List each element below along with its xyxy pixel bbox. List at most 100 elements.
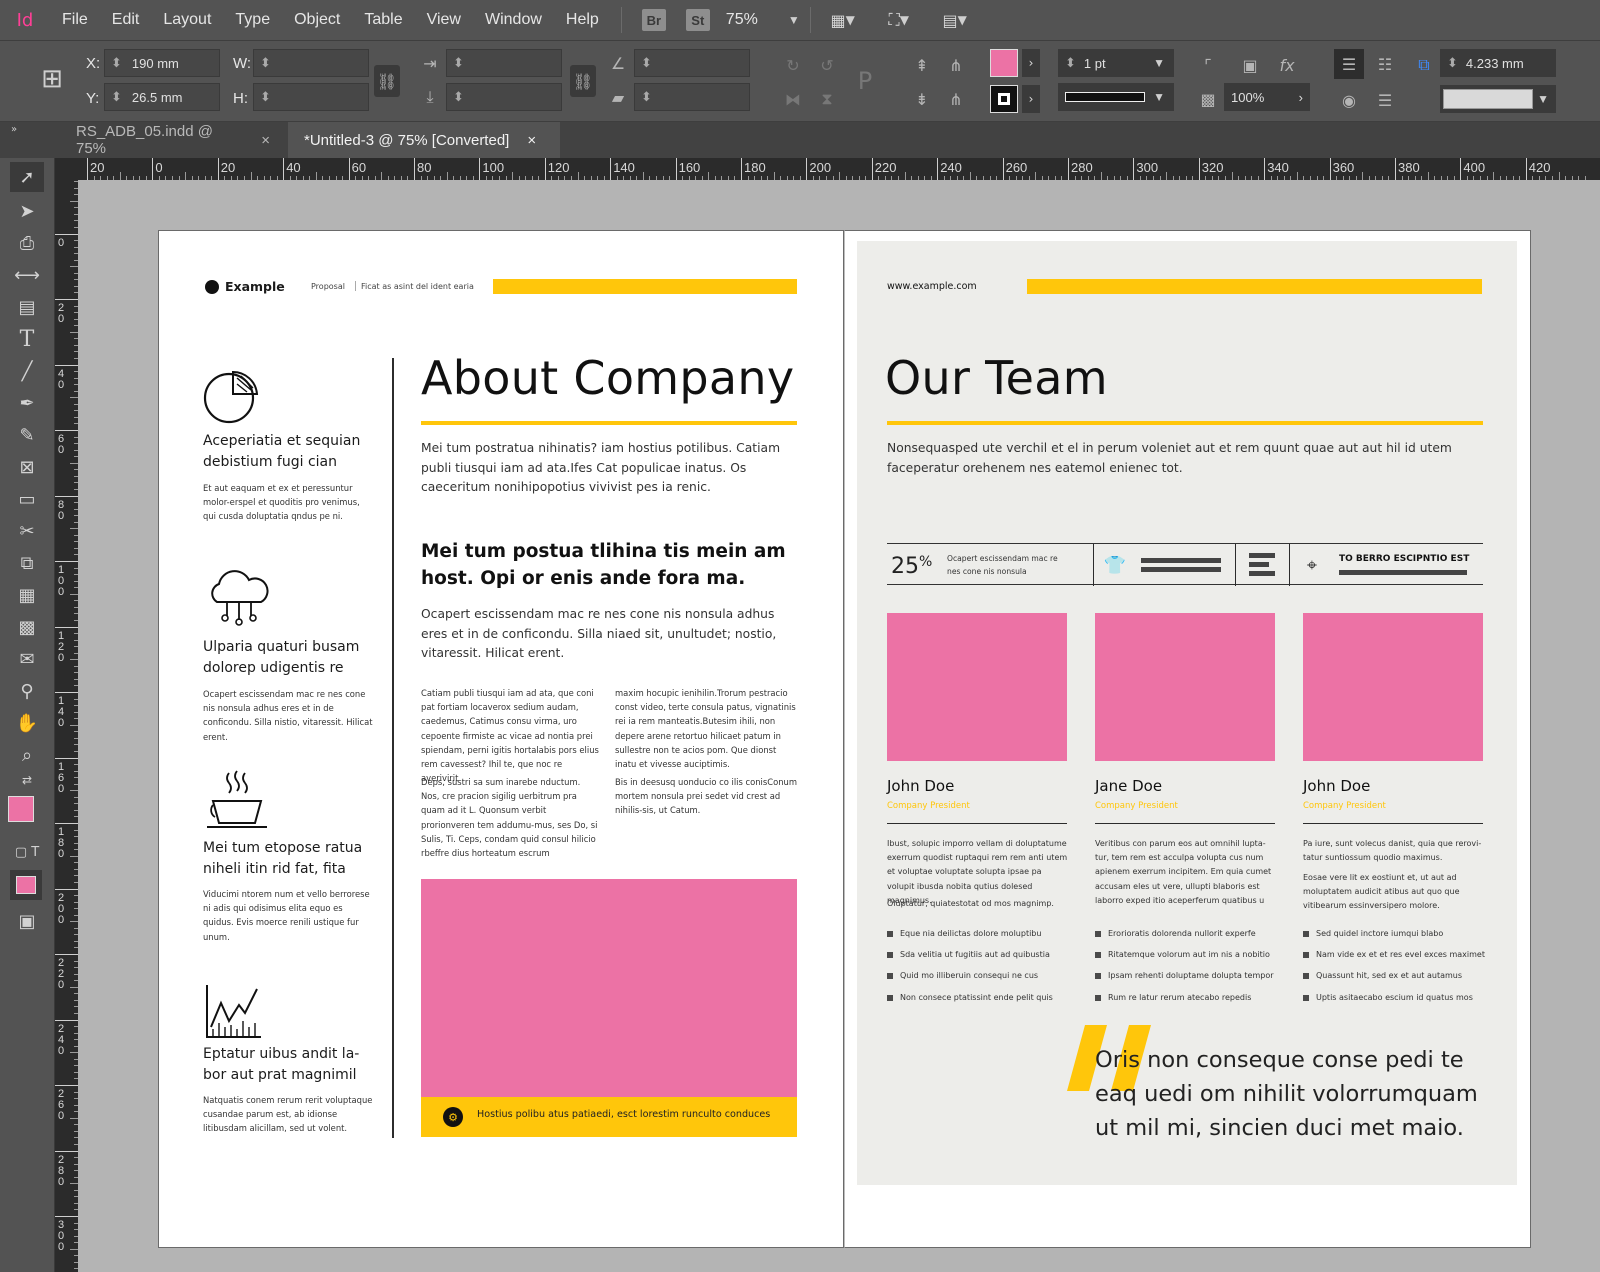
rotation-field[interactable]: ⬍: [634, 49, 750, 77]
menu-window[interactable]: Window: [473, 0, 554, 40]
page-tool-icon[interactable]: ⎙: [10, 228, 44, 258]
free-transform-tool-icon[interactable]: ⧉: [10, 548, 44, 578]
opacity-field[interactable]: 100% ›: [1224, 83, 1310, 111]
gradient-feather-tool-icon[interactable]: ▩: [10, 612, 44, 642]
control-panel: ⊞ X: Y: ⬍ 190 mm ⬍ 26.5 mm W: H: ⬍ ⬍ ⛓ ⇥ ⤓…: [0, 40, 1600, 122]
stroke-dropdown-icon[interactable]: ›: [1022, 85, 1040, 113]
zoom-select[interactable]: 75% ▼: [726, 11, 800, 29]
ruler-label: 260: [1005, 160, 1028, 175]
rotate-cw-icon[interactable]: ↻: [778, 51, 808, 79]
scale-y-field[interactable]: ⬍: [446, 83, 562, 111]
right-page[interactable]: www.example.com Our Team Nonsequasped ut…: [844, 230, 1531, 1248]
fill-dropdown-icon[interactable]: ›: [1022, 49, 1040, 77]
x-field[interactable]: ⬍ 190 mm: [104, 49, 220, 77]
member-photo-placeholder[interactable]: [1095, 613, 1275, 761]
zoom-value: 75%: [725, 11, 758, 28]
ruler-minor-tick: [969, 172, 971, 180]
wrap-bounding-icon[interactable]: ☷: [1370, 49, 1400, 79]
menu-help[interactable]: Help: [554, 0, 611, 40]
select-container-icon[interactable]: ⇞: [908, 51, 936, 79]
select-previous-icon[interactable]: ⋔: [942, 51, 970, 79]
shear-field[interactable]: ⬍: [634, 83, 750, 111]
tab-rs-adb-05[interactable]: RS_ADB_05.indd @ 75% ×: [60, 122, 286, 158]
pasteboard[interactable]: Example Proposal Ficat as asint del iden…: [78, 180, 1600, 1272]
type-tool-icon[interactable]: T: [10, 324, 44, 354]
rectangle-frame-tool-icon[interactable]: ⊠: [10, 452, 44, 482]
rotate-ccw-icon[interactable]: ↺: [812, 51, 842, 79]
body-column-2b: Bis in deesusq uonducio co ilis conisCon…: [615, 777, 797, 816]
swap-fill-stroke-icon[interactable]: ⇄: [10, 770, 44, 790]
ruler-origin[interactable]: [55, 158, 78, 180]
w-field[interactable]: ⬍: [253, 49, 369, 77]
close-icon[interactable]: ×: [527, 132, 536, 149]
select-next-icon[interactable]: ⋔: [942, 85, 970, 113]
caption-text: Hostius polibu atus patiaedi, esct lores…: [477, 1109, 771, 1120]
flip-horizontal-icon[interactable]: ⧓: [778, 85, 808, 113]
menu-view[interactable]: View: [415, 0, 473, 40]
selection-tool-icon[interactable]: ➚: [10, 162, 44, 192]
fill-swatch[interactable]: [990, 49, 1018, 77]
stroke-swatch[interactable]: [990, 85, 1018, 113]
stroke-weight-field[interactable]: ⬍ 1 pt ▼: [1058, 49, 1174, 77]
member-photo-placeholder[interactable]: [1303, 613, 1483, 761]
scissors-tool-icon[interactable]: ✂: [10, 516, 44, 546]
formatting-affects-icon[interactable]: ▢ T: [10, 842, 44, 862]
tab-untitled-3[interactable]: *Untitled-3 @ 75% [Converted] ×: [288, 122, 560, 158]
pencil-tool-icon[interactable]: ✎: [10, 420, 44, 450]
hand-tool-icon[interactable]: ✋: [10, 708, 44, 738]
screen-mode-tool-icon[interactable]: ▣: [10, 906, 44, 936]
ruler-minor-tick: [642, 172, 644, 180]
horizontal-ruler[interactable]: 20 0 20 40 60 80 100 120 140 160 180 200 220 240 260 28…: [78, 158, 1600, 180]
feature-title: Ulparia quaturi busam dolorep udigentis …: [203, 639, 360, 676]
apply-color-button[interactable]: [10, 870, 42, 900]
vertical-ruler[interactable]: 0 0 20 40 60 80 100 120 140 160 180 200 220 240 260 280…: [55, 180, 78, 1272]
fx-icon[interactable]: fx: [1272, 51, 1302, 79]
left-page[interactable]: Example Proposal Ficat as asint del iden…: [158, 230, 844, 1248]
drop-shadow-icon[interactable]: ▣: [1236, 51, 1264, 79]
reference-point-icon[interactable]: ⊞: [34, 61, 70, 97]
view-options-icon[interactable]: ▦ ▼: [821, 5, 865, 35]
eyedropper-tool-icon[interactable]: ⚲: [10, 676, 44, 706]
wrap-jump-icon[interactable]: ☰: [1370, 85, 1400, 115]
object-style-select[interactable]: ▼: [1440, 85, 1556, 113]
corner-options-icon[interactable]: ⌜: [1194, 51, 1222, 79]
menu-object[interactable]: Object: [282, 0, 352, 40]
close-icon[interactable]: ×: [261, 132, 270, 149]
wrap-none-icon[interactable]: ☰: [1334, 49, 1364, 79]
zoom-tool-icon[interactable]: ⌕: [10, 740, 44, 770]
rectangle-tool-icon[interactable]: ▭: [10, 484, 44, 514]
bridge-button[interactable]: Br: [641, 9, 666, 31]
auto-fit-icon[interactable]: ⧉: [1412, 51, 1436, 79]
ruler-tick: [1068, 158, 1069, 180]
member-photo-placeholder[interactable]: [887, 613, 1067, 761]
ruler-minor-tick: [70, 397, 78, 399]
menu-type[interactable]: Type: [223, 0, 282, 40]
stroke-type-select[interactable]: ▼: [1058, 83, 1174, 111]
arrange-documents-icon[interactable]: ▤ ▼: [933, 5, 977, 35]
screen-mode-icon[interactable]: ⛶ ▼: [877, 5, 921, 35]
scale-x-field[interactable]: ⬍: [446, 49, 562, 77]
image-placeholder[interactable]: [421, 879, 797, 1097]
menu-file[interactable]: File: [50, 0, 100, 40]
pen-tool-icon[interactable]: ✒: [10, 388, 44, 418]
expand-panels-icon[interactable]: »: [4, 122, 24, 136]
wrap-object-icon[interactable]: ◉: [1334, 85, 1364, 115]
flip-vertical-icon[interactable]: ⧗: [812, 85, 842, 113]
menu-table[interactable]: Table: [352, 0, 414, 40]
constrain-proportions-icon[interactable]: ⛓: [374, 65, 400, 97]
note-tool-icon[interactable]: ✉: [10, 644, 44, 674]
fill-color-box[interactable]: [8, 796, 34, 822]
direct-selection-tool-icon[interactable]: ➤: [10, 196, 44, 226]
select-content-icon[interactable]: ⇟: [908, 85, 936, 113]
content-collector-icon[interactable]: ▤: [10, 292, 44, 322]
menu-edit[interactable]: Edit: [100, 0, 152, 40]
gap-tool-icon[interactable]: ⟷: [10, 260, 44, 290]
stock-button[interactable]: St: [685, 9, 710, 31]
line-tool-icon[interactable]: ╱: [10, 356, 44, 386]
gap-field[interactable]: ⬍ 4.233 mm: [1440, 49, 1556, 77]
gradient-swatch-tool-icon[interactable]: ▦: [10, 580, 44, 610]
menu-layout[interactable]: Layout: [151, 0, 223, 40]
constrain-scale-icon[interactable]: ⛓: [570, 65, 596, 97]
y-field[interactable]: ⬍ 26.5 mm: [104, 83, 220, 111]
h-field[interactable]: ⬍: [253, 83, 369, 111]
